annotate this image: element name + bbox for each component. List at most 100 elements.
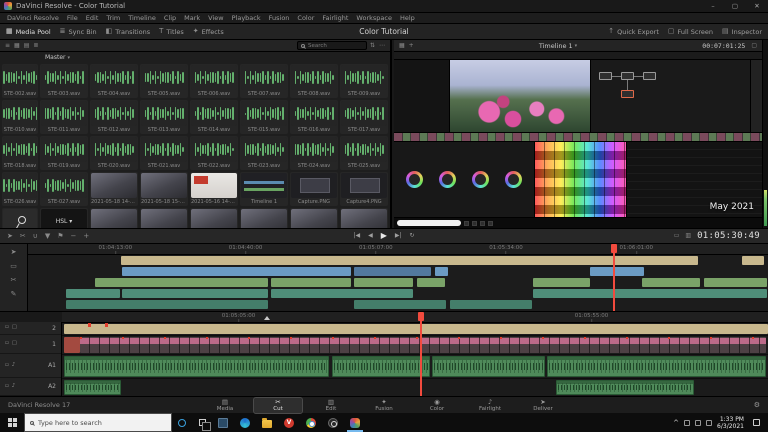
taskbar-search-input[interactable]: Type here to search xyxy=(24,413,172,432)
media-clip-ste-015-wav[interactable]: STE-015.wav xyxy=(240,100,288,134)
overview-track-v3-clip[interactable] xyxy=(742,256,765,265)
media-clip-untitled[interactable] xyxy=(140,208,188,228)
range-select-icon[interactable]: ▭ xyxy=(10,263,17,270)
media-clip-ste-004-wav[interactable]: STE-004.wav xyxy=(90,64,138,98)
tray-expand-icon[interactable]: ^ xyxy=(673,419,679,427)
minimize-button[interactable]: – xyxy=(702,0,724,12)
viewer-tools-icon[interactable]: ▦ xyxy=(399,42,405,49)
detail-ruler[interactable]: 01:05:05:00 01:05:55:00 xyxy=(62,312,768,323)
page-edit[interactable]: ▥ Edit xyxy=(307,398,355,413)
task-view-icon[interactable] xyxy=(192,413,212,432)
page-cut[interactable]: ✂ Cut xyxy=(253,396,303,414)
overview-track-v1-clip[interactable] xyxy=(416,278,445,287)
video-clip[interactable] xyxy=(80,337,766,353)
bin-label[interactable]: Master xyxy=(45,54,66,61)
media-clip-ste-006-wav[interactable]: STE-006.wav xyxy=(190,64,238,98)
media-clip-untitled[interactable] xyxy=(90,208,138,228)
overview-track-a2-clip[interactable] xyxy=(353,300,447,309)
media-clip-2021-05-18-15-06-41[interactable]: 2021-05-18 15-06-41 xyxy=(140,172,188,206)
transitions-button[interactable]: ◧ Transitions xyxy=(106,28,150,36)
zoom-in-icon[interactable]: + xyxy=(83,232,89,240)
page-color[interactable]: ◉ Color xyxy=(413,398,461,413)
start-button[interactable] xyxy=(0,413,24,432)
track-header-a1[interactable]: ▫ ♪ A1 xyxy=(0,354,61,378)
menu-fairlight[interactable]: Fairlight xyxy=(318,14,352,22)
clip[interactable] xyxy=(64,337,80,353)
media-clip-ste-027-wav[interactable]: STE-027.wav xyxy=(40,172,88,206)
media-clip-timeline-1[interactable]: Timeline 1 xyxy=(240,172,288,206)
overview-track-v2-clip[interactable] xyxy=(353,267,432,276)
viewer-video-frame[interactable]: May 2021 xyxy=(394,52,762,228)
sync-bin-button[interactable]: ≣ Sync Bin xyxy=(60,28,97,36)
expand-viewer-icon[interactable]: ▢ xyxy=(751,42,757,49)
davinci-resolve-icon[interactable] xyxy=(344,413,366,432)
media-clip-ste-007-wav[interactable]: STE-007.wav xyxy=(240,64,288,98)
menu-clip[interactable]: Clip xyxy=(160,14,180,22)
menu-file[interactable]: File xyxy=(63,14,82,22)
media-clip-ste-025-wav[interactable]: STE-025.wav xyxy=(340,136,388,170)
media-clip-ste-023-wav[interactable]: STE-023.wav xyxy=(240,136,288,170)
battery-icon[interactable] xyxy=(706,419,713,426)
media-clip-ste-016-wav[interactable]: STE-016.wav xyxy=(290,100,338,134)
razor-tool-icon[interactable]: ✂ xyxy=(11,277,17,284)
audio-clip[interactable] xyxy=(331,356,430,377)
menu-timeline[interactable]: Timeline xyxy=(124,14,160,22)
media-clip-2021-05-16-14-21-35[interactable]: 2021-05-16 14-21-35 xyxy=(190,172,238,206)
pen-tool-icon[interactable]: ✎ xyxy=(11,291,17,298)
overview-track-v1-clip[interactable] xyxy=(703,278,767,287)
audio-clip[interactable] xyxy=(64,380,121,395)
menu-color[interactable]: Color xyxy=(293,14,318,22)
media-clip-untitled[interactable] xyxy=(2,208,38,228)
media-clip-ste-012-wav[interactable]: STE-012.wav xyxy=(90,100,138,134)
maximize-button[interactable]: ▢ xyxy=(724,0,746,12)
network-icon[interactable] xyxy=(695,419,702,426)
media-clip-ste-019-wav[interactable]: STE-019.wav xyxy=(40,136,88,170)
overview-track-v2-clip[interactable] xyxy=(590,267,645,276)
file-explorer-icon[interactable] xyxy=(256,413,278,432)
page-fairlight[interactable]: ♪ Fairlight xyxy=(466,398,514,413)
inspector-button[interactable]: ▤ Inspector xyxy=(722,28,762,36)
media-clip-ste-026-wav[interactable]: STE-026.wav xyxy=(2,172,38,206)
overview-track-a1-clip[interactable] xyxy=(533,289,767,298)
quick-export-button[interactable]: ↑ Quick Export xyxy=(608,28,659,36)
timeline-playhead[interactable] xyxy=(417,312,424,396)
timeline-overview-area[interactable]: 01:04:13:00 01:04:40:00 01:05:07:00 01:05:3… xyxy=(28,244,768,311)
step-forward-button[interactable]: ▶| xyxy=(395,233,402,239)
notification-center-icon[interactable] xyxy=(749,419,763,426)
sort-icon[interactable]: ⇅ xyxy=(370,42,375,49)
settings-gear-icon[interactable]: ⚙ xyxy=(754,401,760,409)
media-clip-ste-011-wav[interactable]: STE-011.wav xyxy=(40,100,88,134)
audio-trim-icon[interactable]: ▥ xyxy=(685,233,691,239)
track-header-1[interactable]: ▫ ▢ 1 xyxy=(0,335,61,354)
media-clip-ste-009-wav[interactable]: STE-009.wav xyxy=(340,64,388,98)
menu-trim[interactable]: Trim xyxy=(102,14,124,22)
overview-track-a1-clip[interactable] xyxy=(65,289,120,298)
search-input[interactable]: Search xyxy=(296,41,367,50)
timeline-detail-area[interactable]: 01:05:05:00 01:05:55:00 xyxy=(62,312,768,397)
thumbnail-view-icon[interactable]: ▦ xyxy=(14,42,20,49)
audio-clip[interactable] xyxy=(431,356,545,377)
media-clip-ste-020-wav[interactable]: STE-020.wav xyxy=(90,136,138,170)
cortana-icon[interactable] xyxy=(172,413,192,432)
media-clip-ste-008-wav[interactable]: STE-008.wav xyxy=(290,64,338,98)
timeline-selector[interactable]: Timeline 1 ▾ xyxy=(539,42,577,50)
menu-mark[interactable]: Mark xyxy=(180,14,204,22)
overview-track-v1-clip[interactable] xyxy=(353,278,413,287)
full-screen-button[interactable]: ▢ Full Screen xyxy=(668,28,713,36)
menu-playback[interactable]: Playback xyxy=(228,14,265,22)
effects-button[interactable]: ✦ Effects xyxy=(193,28,224,36)
media-clip-2021-05-18-14-20-21[interactable]: 2021-05-18 14-20-21 xyxy=(90,172,138,206)
titles-button[interactable]: T Titles xyxy=(159,28,184,36)
menu-workspace[interactable]: Workspace xyxy=(352,14,396,22)
volume-icon[interactable] xyxy=(684,419,691,426)
overview-track-a2-clip[interactable] xyxy=(65,300,269,309)
media-clip-ste-005-wav[interactable]: STE-005.wav xyxy=(140,64,188,98)
overview-track-v1-clip[interactable] xyxy=(642,278,700,287)
media-clip-ste-017-wav[interactable]: STE-017.wav xyxy=(340,100,388,134)
flag-icon[interactable]: ⚑ xyxy=(57,232,63,240)
media-pool-button[interactable]: ▦ Media Pool xyxy=(6,28,51,36)
pointer-tool-icon[interactable]: ➤ xyxy=(11,249,17,256)
razor-tool-icon[interactable]: ✂ xyxy=(20,232,26,240)
overview-track-v1-clip[interactable] xyxy=(533,278,590,287)
overview-track-a2-clip[interactable] xyxy=(449,300,532,309)
